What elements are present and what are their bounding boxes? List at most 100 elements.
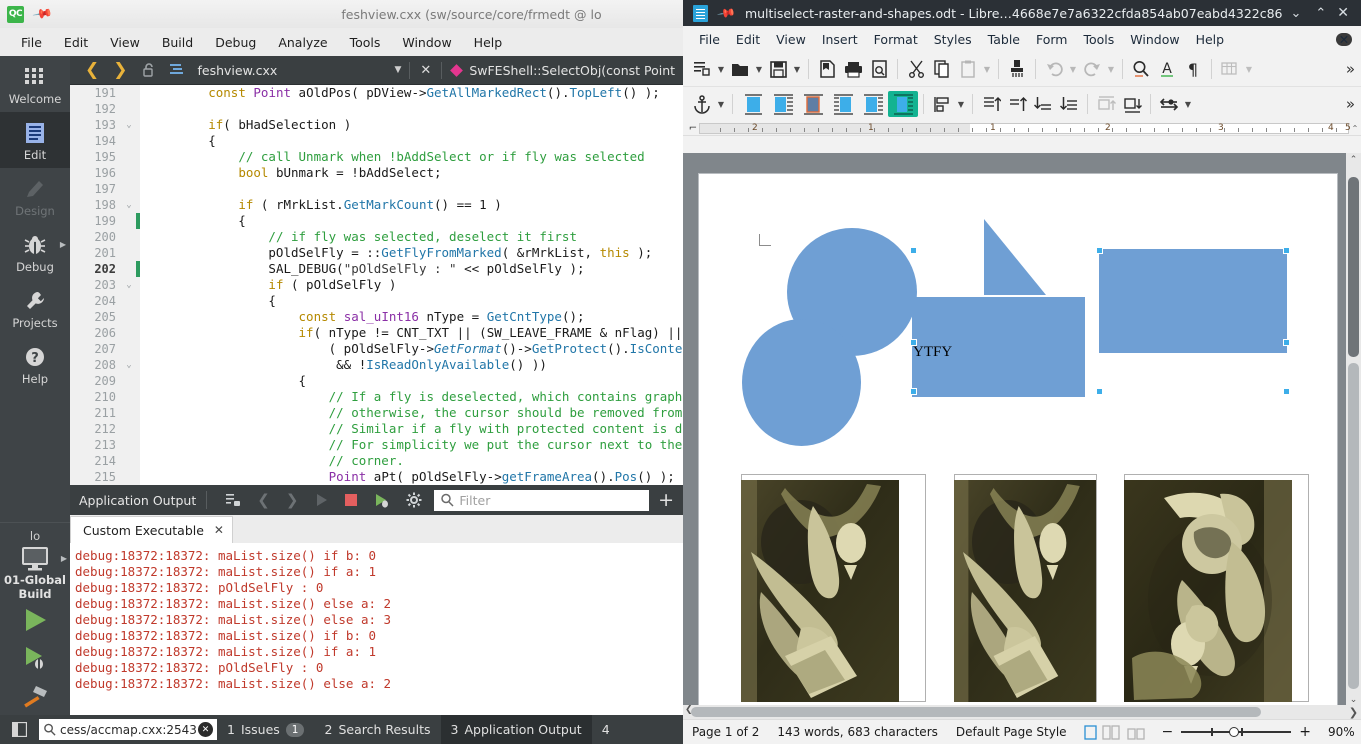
sidebar-item-edit[interactable]: Edit [0, 112, 70, 168]
code-line[interactable]: 194 { [70, 133, 683, 149]
minimize-icon[interactable]: ⌄ [1283, 6, 1308, 21]
code-line[interactable]: 213 // For simplicity we put the cursor … [70, 437, 683, 453]
menu-view[interactable]: View [768, 30, 814, 49]
status-word-count[interactable]: 143 words, 683 characters [768, 725, 947, 739]
single-page-view-icon[interactable] [1083, 724, 1097, 740]
copy-icon[interactable] [929, 56, 955, 82]
redo-dropdown-icon[interactable]: ▼ [1105, 56, 1117, 82]
output-tab-custom-executable[interactable]: Custom Executable ✕ [70, 516, 233, 543]
code-line[interactable]: 208 ⌄ && !IsReadOnlyAvailable() )) [70, 357, 683, 373]
wrap-optimal-icon[interactable] [888, 91, 918, 117]
code-line[interactable]: 204 { [70, 293, 683, 309]
anchor-icon[interactable] [689, 91, 715, 117]
new-icon[interactable] [689, 56, 715, 82]
output-filter[interactable]: Filter [434, 489, 650, 511]
wrap-off-icon[interactable] [738, 91, 768, 117]
insert-table-icon[interactable] [1217, 56, 1243, 82]
print-preview-icon[interactable] [866, 56, 892, 82]
menu-window[interactable]: Window [1122, 30, 1187, 49]
menu-build[interactable]: Build [151, 32, 204, 53]
shape-triangle[interactable] [984, 219, 1046, 295]
selection-handle-top-right[interactable] [1283, 247, 1290, 254]
paste-icon[interactable] [955, 56, 981, 82]
paste-dropdown-icon[interactable]: ▼ [981, 56, 993, 82]
fold-chevron-icon[interactable]: ⌄ [122, 357, 136, 373]
scrollbar-thumb[interactable] [691, 707, 1261, 717]
code-line[interactable]: 192 [70, 101, 683, 117]
sidebar-toggle-icon[interactable] [12, 722, 27, 737]
scroll-up-icon[interactable]: ⌃ [1346, 155, 1361, 165]
menu-help[interactable]: Help [1188, 30, 1233, 49]
shape-circle-bottom[interactable] [742, 319, 861, 446]
selection-handle-top-middle[interactable] [1096, 247, 1103, 254]
sidebar-item-debug[interactable]: ▶ Debug [0, 224, 70, 280]
status-item-4[interactable]: 4 [592, 715, 620, 744]
menu-format[interactable]: Format [866, 30, 926, 49]
minus-icon[interactable]: − [1160, 724, 1182, 740]
undo-dropdown-icon[interactable]: ▼ [1067, 56, 1079, 82]
menu-tools[interactable]: Tools [1075, 30, 1122, 49]
fold-chevron-icon[interactable]: ⌄ [122, 277, 136, 293]
code-line[interactable]: 193 ⌄ if( bHadSelection ) [70, 117, 683, 133]
book-view-icon[interactable] [1126, 725, 1146, 740]
code-line[interactable]: 198 ⌄ if ( rMrkList.GetMarkCount() == 1 ) [70, 197, 683, 213]
redo-icon[interactable] [1079, 56, 1105, 82]
horizontal-ruler[interactable]: ⌐ 2 1 1 2 3 45 ⌃ [683, 121, 1361, 136]
spelling-icon[interactable]: A [1154, 56, 1180, 82]
status-page[interactable]: Page 1 of 2 [683, 725, 768, 739]
sidebar-item-welcome[interactable]: Welcome [0, 56, 70, 112]
forward-icon[interactable]: ❯ [106, 60, 134, 80]
status-zoom-level[interactable]: 90% [1319, 725, 1361, 739]
horizontal-scrollbar[interactable]: ❮ [683, 705, 1346, 719]
print-icon[interactable] [840, 56, 866, 82]
selection-handle-top-left[interactable] [910, 247, 917, 254]
photo-1[interactable] [741, 480, 899, 702]
code-line[interactable]: 202 SAL_DEBUG("pOldSelFly : " << pOldSel… [70, 261, 683, 277]
wrap-before-icon[interactable] [828, 91, 858, 117]
close-document-icon[interactable]: ✕ [1336, 32, 1352, 47]
chevron-double-right-icon[interactable]: » [1346, 95, 1361, 113]
table-dropdown-icon[interactable]: ▼ [1243, 56, 1255, 82]
zoom-knob[interactable] [1229, 727, 1240, 737]
rerun-debug-icon[interactable] [366, 493, 398, 508]
status-page-style[interactable]: Default Page Style [947, 725, 1076, 739]
zoom-track[interactable] [1181, 727, 1292, 737]
status-item-application-output[interactable]: 3 Application Output [440, 715, 592, 744]
sidebar-item-projects[interactable]: Projects [0, 280, 70, 336]
shape-rectangle-right[interactable] [1099, 249, 1287, 353]
code-line[interactable]: 200 // if fly was selected, deselect it … [70, 229, 683, 245]
run-icon[interactable] [306, 493, 336, 507]
ruler-strip[interactable]: 2 1 1 2 3 45 [699, 122, 1351, 134]
menu-edit[interactable]: Edit [53, 32, 99, 53]
scroll-left-icon[interactable]: ❮ [683, 705, 693, 715]
code-line[interactable]: 197 [70, 181, 683, 197]
line-style-dropdown-icon[interactable]: ▼ [1182, 91, 1194, 117]
photo-2[interactable] [954, 480, 1096, 702]
to-background-icon[interactable] [1119, 91, 1145, 117]
code-line[interactable]: 205 const sal_uInt16 nType = GetCntType(… [70, 309, 683, 325]
send-to-back-icon[interactable] [1056, 91, 1082, 117]
align-objects-icon[interactable] [929, 91, 955, 117]
wrap-after-icon[interactable] [858, 91, 888, 117]
sidebar-item-help[interactable]: ? Help [0, 336, 70, 392]
kit-selector[interactable]: lo ▶ 01-Global Build [0, 522, 70, 715]
back-icon[interactable]: ❮ [78, 60, 106, 80]
code-line[interactable]: 196 bool bUnmark = !bAddSelect; [70, 165, 683, 181]
menu-styles[interactable]: Styles [926, 30, 980, 49]
formatting-marks-icon[interactable]: ¶ [1180, 56, 1206, 82]
code-line[interactable]: 195 // call Unmark when !bAddSelect or i… [70, 149, 683, 165]
chevron-right-icon[interactable]: ▶ [60, 240, 66, 249]
maximize-icon[interactable]: ⌃ [1308, 6, 1333, 21]
menu-tools[interactable]: Tools [339, 32, 392, 53]
align-dropdown-icon[interactable]: ▼ [955, 91, 967, 117]
code-line[interactable]: 206 if( nType != CNT_TXT || (SW_LEAVE_FR… [70, 325, 683, 341]
selection-handle-bottom-right[interactable] [1283, 388, 1290, 395]
editor-symbol[interactable]: SwFEShell::SelectObj(const Point [461, 63, 675, 78]
code-line[interactable]: 203 ⌄ if ( pOldSelFly ) [70, 277, 683, 293]
open-dropdown-icon[interactable]: ▼ [753, 56, 765, 82]
find-replace-icon[interactable] [1128, 56, 1154, 82]
menu-form[interactable]: Form [1028, 30, 1076, 49]
stop-icon[interactable] [336, 493, 366, 507]
document-outline-icon[interactable] [163, 63, 192, 77]
chevron-double-right-icon[interactable]: » [1346, 60, 1361, 78]
